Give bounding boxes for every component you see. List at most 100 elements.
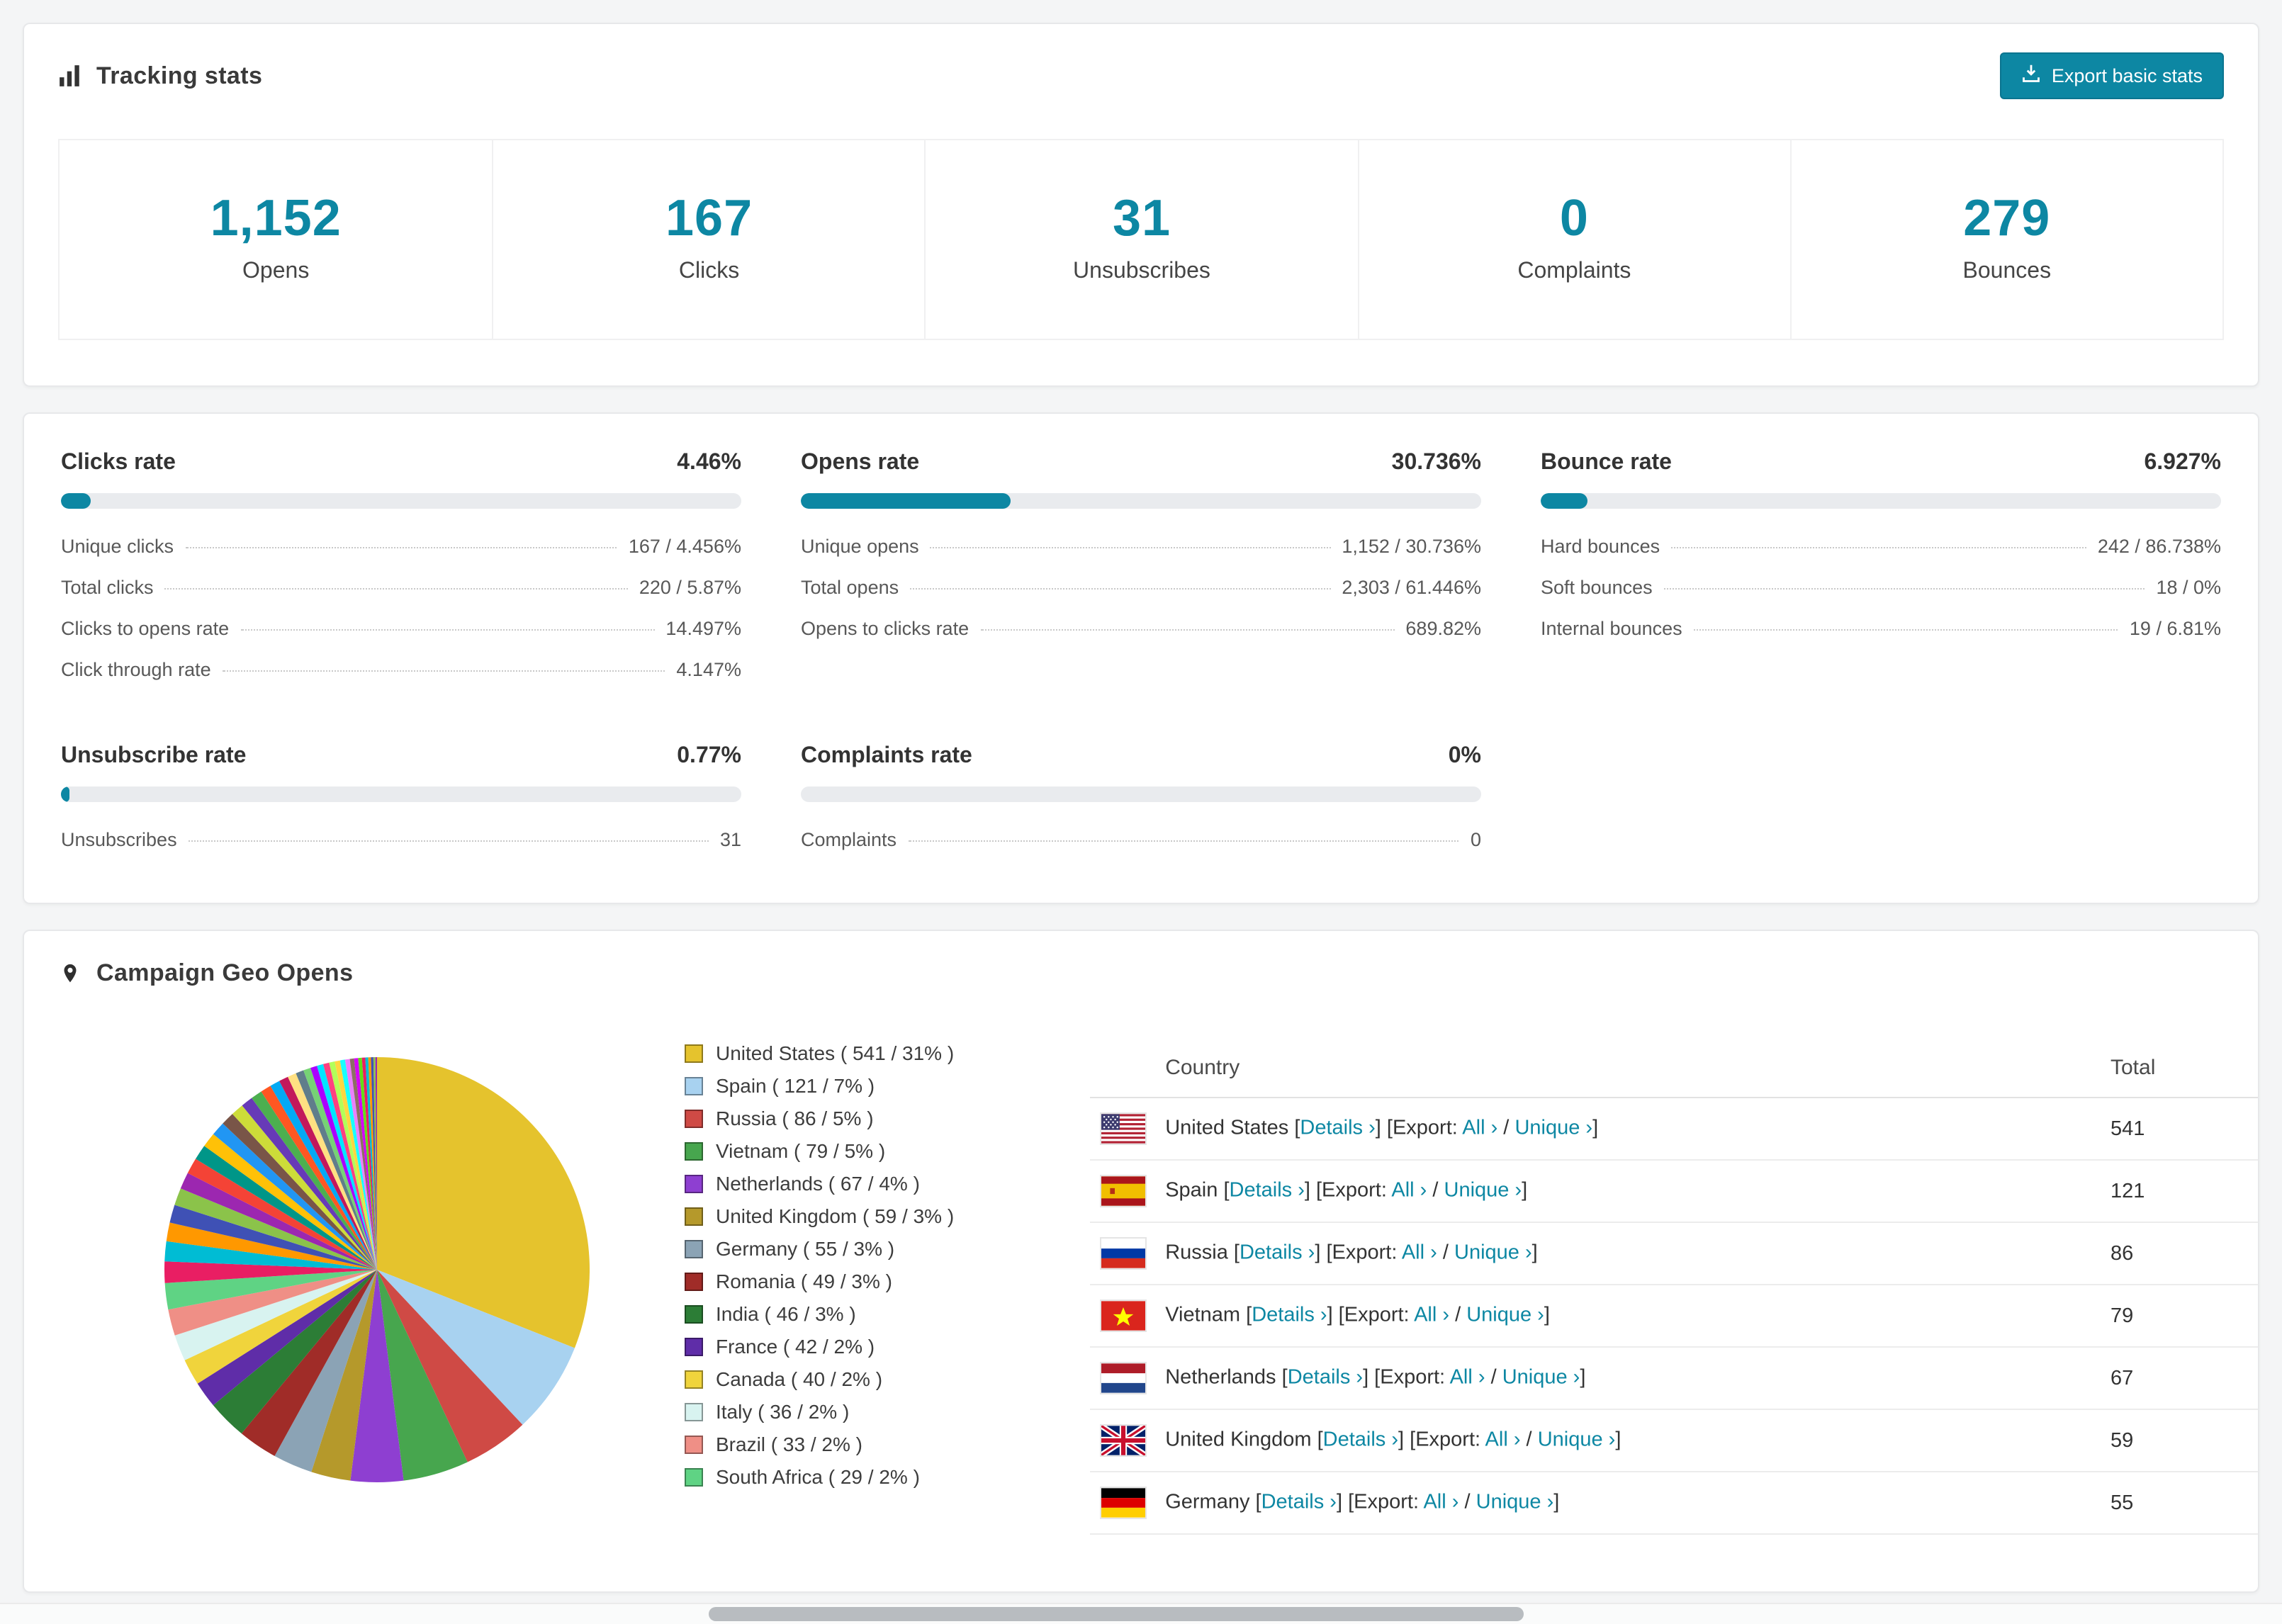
download-icon [2022, 64, 2042, 88]
legend-label: United Kingdom ( 59 / 3% ) [716, 1205, 955, 1227]
legend-swatch [685, 1141, 703, 1160]
tracking-stats-title-text: Tracking stats [96, 62, 263, 89]
export-all-link[interactable]: All › [1485, 1429, 1521, 1452]
legend-label: Russia ( 86 / 5% ) [716, 1107, 874, 1129]
rate-stat-row: Complaints 0 [801, 819, 1481, 860]
bracket: ] [1553, 1491, 1560, 1514]
details-link[interactable]: Details › [1300, 1117, 1375, 1140]
export-all-link[interactable]: All › [1450, 1367, 1485, 1389]
rate-row-value: 14.497% [665, 618, 741, 639]
country-name: Germany [1165, 1491, 1256, 1514]
campaign-geo-opens-card: Campaign Geo Opens United States ( 541 /… [23, 930, 2259, 1593]
export-unique-link[interactable]: Unique › [1466, 1304, 1544, 1327]
legend-item: France ( 42 / 2% ) [685, 1335, 954, 1358]
legend-item: Russia ( 86 / 5% ) [685, 1107, 954, 1129]
rate-stat-row: Total opens 2,303 / 61.446% [801, 567, 1481, 608]
rate-stat-row: Soft bounces 18 / 0% [1541, 567, 2221, 608]
legend-swatch [685, 1109, 703, 1127]
slash: / [1427, 1179, 1444, 1202]
rate-rows: Hard bounces 242 / 86.738% Soft bounces 18 … [1541, 526, 2221, 649]
export-unique-link[interactable]: Unique › [1502, 1367, 1580, 1389]
horizontal-scrollbar-thumb[interactable] [709, 1607, 1524, 1621]
de-flag-icon [1101, 1488, 1146, 1518]
rate-title: Clicks rate [61, 451, 176, 475]
total-cell: 86 [2099, 1222, 2258, 1285]
slash: / [1458, 1491, 1476, 1514]
bracket: ] [1592, 1117, 1599, 1140]
export-unique-link[interactable]: Unique › [1514, 1117, 1592, 1140]
export-unique-link[interactable]: Unique › [1454, 1242, 1532, 1265]
rate-block: Complaints rate 0% Complaints 0 [801, 744, 1481, 860]
export-all-link[interactable]: All › [1414, 1304, 1449, 1327]
export-all-link[interactable]: All › [1462, 1117, 1497, 1140]
bracket: ] [Export: [1315, 1241, 1402, 1265]
legend-label: Italy ( 36 / 2% ) [716, 1400, 850, 1423]
legend-label: Canada ( 40 / 2% ) [716, 1368, 883, 1390]
rate-rows: Complaints 0 [801, 819, 1481, 860]
geo-table-row: Spain [Details ›] [Export: All › / Uniqu… [1090, 1160, 2258, 1223]
rate-block: Opens rate 30.736% Unique opens 1,152 / 3… [801, 451, 1481, 690]
bracket: ] [1580, 1366, 1586, 1389]
details-link[interactable]: Details › [1252, 1304, 1327, 1327]
export-all-link[interactable]: All › [1423, 1492, 1458, 1514]
legend-label: Brazil ( 33 / 2% ) [716, 1433, 862, 1455]
geo-table-row: Netherlands [Details ›] [Export: All › /… [1090, 1347, 2258, 1410]
rate-stat-row: Unique clicks 167 / 4.456% [61, 526, 741, 567]
stat-label: Complaints [1517, 259, 1631, 283]
rate-row-value: 2,303 / 61.446% [1342, 577, 1481, 598]
export-all-link[interactable]: All › [1391, 1180, 1427, 1202]
stat-label: Bounces [1962, 259, 2052, 283]
rate-row-value: 242 / 86.738% [2097, 536, 2221, 557]
country-cell: United Kingdom [Details ›] [Export: All … [1090, 1409, 2099, 1472]
export-unique-link[interactable]: Unique › [1476, 1492, 1554, 1514]
legend-item: Canada ( 40 / 2% ) [685, 1368, 954, 1390]
details-link[interactable]: Details › [1323, 1429, 1398, 1452]
total-cell: 55 [2099, 1472, 2258, 1535]
dotted-leader [185, 547, 617, 548]
total-cell: 59 [2099, 1409, 2258, 1472]
rate-stat-row: Unique opens 1,152 / 30.736% [801, 526, 1481, 567]
export-basic-stats-button[interactable]: Export basic stats [2000, 52, 2224, 99]
stat-cell: 167 Clicks [492, 140, 924, 339]
geo-table-header-row: Country Total [1090, 1039, 2258, 1098]
us-flag-icon [1101, 1114, 1146, 1144]
legend-item: Italy ( 36 / 2% ) [685, 1400, 954, 1423]
legend-item: India ( 46 / 3% ) [685, 1302, 954, 1325]
export-basic-stats-label: Export basic stats [2051, 65, 2203, 86]
details-link[interactable]: Details › [1261, 1492, 1337, 1514]
slash: / [1437, 1241, 1454, 1265]
rate-block: Unsubscribe rate 0.77% Unsubscribes 31 [61, 744, 741, 860]
geo-table-row: Russia [Details ›] [Export: All › / Uniq… [1090, 1222, 2258, 1285]
export-unique-link[interactable]: Unique › [1538, 1429, 1616, 1452]
details-link[interactable]: Details › [1240, 1242, 1315, 1265]
rate-stat-row: Total clicks 220 / 5.87% [61, 567, 741, 608]
legend-item: Netherlands ( 67 / 4% ) [685, 1172, 954, 1195]
slash: / [1449, 1304, 1467, 1327]
country-cell: Germany [Details ›] [Export: All › / Uni… [1090, 1472, 2099, 1535]
rate-percent: 30.736% [1391, 451, 1481, 475]
rate-row-label: Complaints [801, 829, 897, 850]
export-all-link[interactable]: All › [1402, 1242, 1437, 1265]
tracking-stats-card: Tracking stats Export basic stats 1,152 … [23, 23, 2259, 387]
bar-chart-icon [58, 64, 82, 88]
rate-percent: 6.927% [2144, 451, 2221, 475]
rate-row-label: Opens to clicks rate [801, 618, 969, 639]
legend-label: United States ( 541 / 31% ) [716, 1042, 955, 1064]
dotted-leader [1663, 588, 2145, 590]
legend-item: United States ( 541 / 31% ) [685, 1042, 954, 1064]
rate-progress-track [1541, 493, 2221, 509]
rate-row-label: Unique clicks [61, 536, 174, 557]
rate-block: Bounce rate 6.927% Hard bounces 242 / 86.… [1541, 451, 2221, 690]
dotted-leader [910, 588, 1331, 590]
bracket: ] [1544, 1304, 1550, 1327]
details-link[interactable]: Details › [1230, 1180, 1305, 1202]
bracket: ] [Export: [1327, 1304, 1415, 1327]
total-cell: 121 [2099, 1160, 2258, 1223]
total-cell: 79 [2099, 1285, 2258, 1348]
export-unique-link[interactable]: Unique › [1444, 1180, 1522, 1202]
slash: / [1485, 1366, 1502, 1389]
pie-svg [164, 1056, 590, 1483]
rate-row-label: Unsubscribes [61, 829, 177, 850]
details-link[interactable]: Details › [1288, 1367, 1363, 1389]
tracking-stats-title: Tracking stats [58, 62, 262, 90]
